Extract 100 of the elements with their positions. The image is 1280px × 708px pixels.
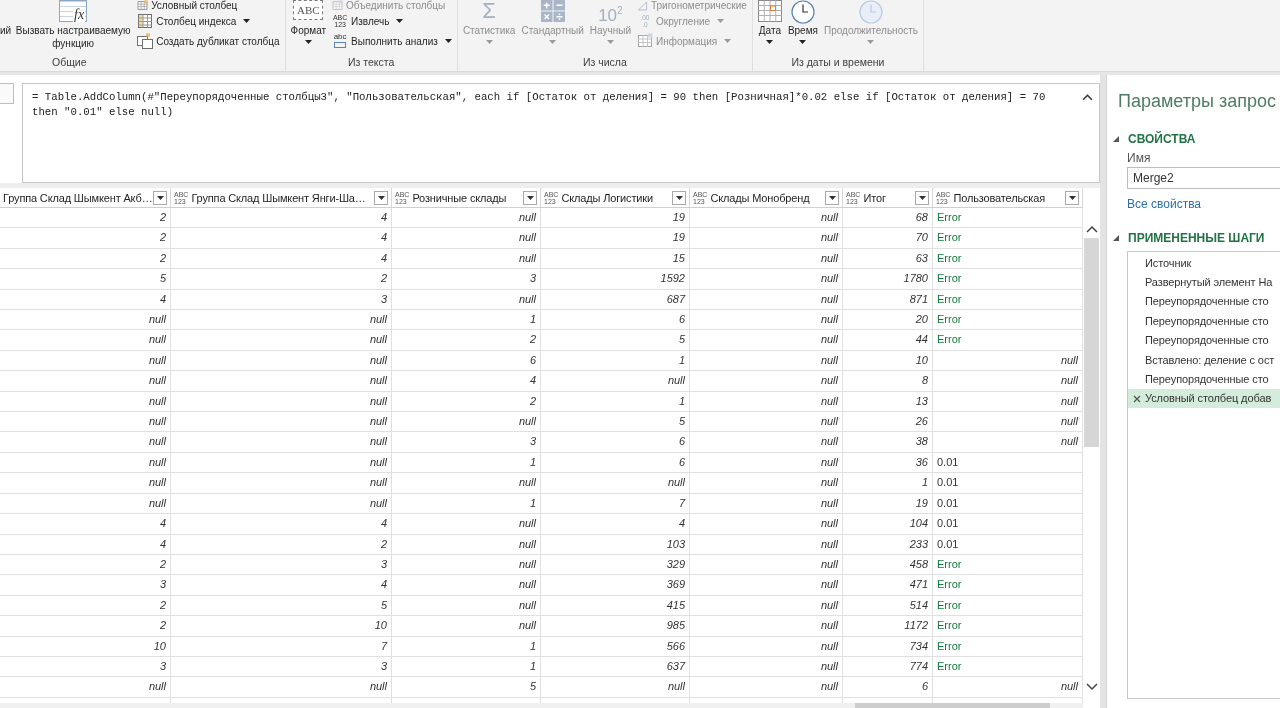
table-cell: 3 xyxy=(0,575,171,595)
table-cell: null xyxy=(171,310,392,330)
table-cell: 5 xyxy=(0,269,171,289)
table-cell: 4 xyxy=(0,534,171,554)
section-heading: ПРИМЕНЕННЫЕ ШАГИ xyxy=(1128,231,1265,245)
text-format-icon: ABC xyxy=(293,0,324,20)
all-properties-link[interactable]: Все свойства xyxy=(1127,197,1202,211)
table-cell: null xyxy=(0,493,171,514)
step-item[interactable]: Источник xyxy=(1128,253,1280,273)
caret-icon xyxy=(156,195,164,200)
caret-icon[interactable] xyxy=(1113,235,1119,241)
ribbon-button[interactable]: Время xyxy=(785,0,820,44)
table-cell: Error xyxy=(933,228,1083,248)
table-cell: 6 xyxy=(541,432,690,452)
table-cell: null xyxy=(171,677,392,697)
table-cell: null xyxy=(171,412,392,432)
table-cell: null xyxy=(0,452,171,473)
ribbon-button[interactable]: Дата xyxy=(755,0,784,44)
step-item[interactable]: Переупорядоченные сто xyxy=(1128,330,1280,350)
table-cell: 2 xyxy=(171,269,392,289)
step-item[interactable]: Вставлено: деление с ост xyxy=(1128,349,1280,370)
ribbon-button[interactable]: Столбец индекса xyxy=(135,11,282,31)
table-cell: 6 xyxy=(392,350,541,371)
table-cell: null xyxy=(690,595,843,616)
table-cell: 3 xyxy=(171,554,392,575)
ribbon-button[interactable]: abc Выполнить анализ xyxy=(330,31,454,51)
table-cell: null xyxy=(392,575,541,595)
table-cell: 637 xyxy=(541,656,690,677)
table-cell: 44 xyxy=(843,330,933,350)
caret-icon xyxy=(918,195,926,200)
group-label: Из числа xyxy=(581,55,628,70)
table-cell: 70 xyxy=(843,228,933,248)
table-cell: 10 xyxy=(171,616,392,636)
filter-button[interactable] xyxy=(825,190,839,205)
chevron-up-icon[interactable] xyxy=(1082,94,1093,101)
table-cell: 2 xyxy=(0,616,171,636)
step-item[interactable]: Условный столбец добав xyxy=(1128,388,1280,409)
table-cell: 15 xyxy=(541,248,690,269)
table-cell: 5 xyxy=(541,330,690,350)
table-cell: 1 xyxy=(843,473,933,493)
table-cell: 329 xyxy=(541,554,690,575)
table-cell: 10 xyxy=(0,636,171,656)
table-cell: 233 xyxy=(843,534,933,554)
step-item[interactable]: Переупорядоченные сто xyxy=(1128,369,1280,389)
table-cell: 1 xyxy=(392,452,541,473)
table-cell: null xyxy=(690,391,843,412)
table-cell: 871 xyxy=(843,289,933,310)
table-cell: 687 xyxy=(541,289,690,310)
column-header[interactable]: Группа Склад Шымкент Акб… xyxy=(0,188,171,207)
table-cell: null xyxy=(690,514,843,534)
table-cell: null xyxy=(171,432,392,452)
button-label[interactable]: ий xyxy=(0,24,12,37)
table-cell: null xyxy=(690,289,843,310)
table-cell: 4 xyxy=(171,208,392,228)
table-cell: 6 xyxy=(541,452,690,473)
filter-button[interactable] xyxy=(915,190,929,205)
table-cell: 1 xyxy=(392,310,541,330)
caret-icon xyxy=(675,195,683,200)
step-item[interactable]: Переупорядоченные сто xyxy=(1128,291,1280,312)
name-input[interactable]: Merge2 xyxy=(1127,167,1280,189)
table-cell: null xyxy=(392,412,541,432)
scrollbar-thumb[interactable] xyxy=(1084,238,1099,447)
table-cell: null xyxy=(0,371,171,391)
filter-button[interactable] xyxy=(1065,190,1079,205)
filter-button[interactable] xyxy=(374,190,388,205)
ribbon-button[interactable]: Создать дубликат столбца xyxy=(135,31,282,51)
step-item[interactable]: Развернутый элемент На xyxy=(1128,272,1280,292)
scrollbar-thumb[interactable] xyxy=(855,702,1050,708)
step-item[interactable]: Переупорядоченные сто xyxy=(1128,311,1280,331)
caret-icon[interactable] xyxy=(1113,136,1119,142)
function-sheet-icon: fx xyxy=(59,0,88,22)
table-cell: 2 xyxy=(0,208,171,228)
field-label: Имя xyxy=(1127,151,1152,165)
table-cell: null xyxy=(171,350,392,371)
table-cell: 3 xyxy=(171,289,392,310)
duplicate-icon xyxy=(137,33,154,49)
cross-icon[interactable] xyxy=(1133,394,1141,403)
filter-button[interactable] xyxy=(672,190,686,205)
filter-button[interactable] xyxy=(153,190,167,205)
table-cell: null xyxy=(933,350,1083,371)
scroll-down-icon[interactable] xyxy=(1085,683,1098,691)
filter-button[interactable] xyxy=(523,190,537,205)
table-cell: 7 xyxy=(171,636,392,656)
horizontal-scrollbar[interactable] xyxy=(0,702,1083,708)
table-cell: null xyxy=(541,371,690,391)
table-cell: null xyxy=(690,248,843,269)
ribbon-button[interactable]: ABC Формат xyxy=(288,0,329,44)
table-cell: 19 xyxy=(541,228,690,248)
table-cell: 3 xyxy=(171,656,392,677)
table-cell: null xyxy=(392,534,541,554)
formula-toggle-button[interactable] xyxy=(0,83,14,104)
scroll-up-icon[interactable] xyxy=(1085,225,1098,233)
exponent-icon: 10$^{2}$ xyxy=(598,0,623,22)
table-cell: 8 xyxy=(843,371,933,391)
ribbon-button[interactable]: Условный столбец xyxy=(135,0,282,11)
formula-field[interactable]: = Table.AddColumn(#"Переупорядоченные столбцы3", "Пользовательская", each if [Остаток от деления] = 90 then [Розничная]*0.02 else if [Остаток от деления] = 70 then "0.01" else null) xyxy=(22,83,1100,183)
table-cell: 19 xyxy=(843,493,933,514)
ribbon-button[interactable]: fx Вызвать настраиваемую функцию xyxy=(13,0,134,50)
table-cell: Error xyxy=(933,330,1083,350)
table-cell: null xyxy=(690,432,843,452)
